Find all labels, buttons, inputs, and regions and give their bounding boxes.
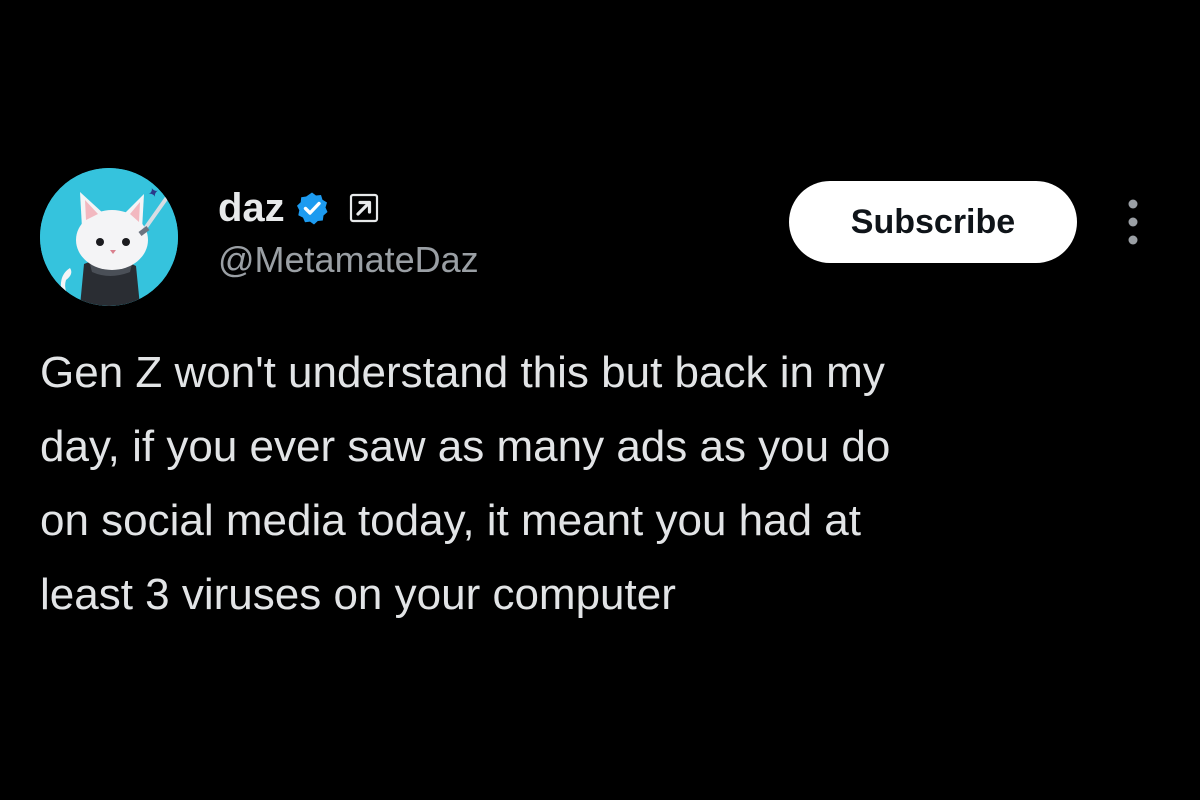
more-options-icon[interactable] (1118, 194, 1148, 250)
display-name[interactable]: daz (218, 182, 285, 234)
tweet-text: Gen Z won't understand this but back in … (40, 348, 891, 619)
tweet-card: ✦ daz @MetamateDaz Subscribe Gen Z won't (0, 0, 1200, 800)
avatar[interactable]: ✦ (40, 168, 178, 306)
author-handle[interactable]: @MetamateDaz (218, 236, 479, 284)
external-arrow-icon[interactable] (349, 193, 379, 223)
cat-avatar-icon: ✦ (40, 168, 178, 306)
author-name-row: daz (218, 182, 379, 234)
subscribe-button[interactable]: Subscribe (789, 181, 1077, 263)
verified-badge-icon[interactable] (295, 191, 329, 225)
